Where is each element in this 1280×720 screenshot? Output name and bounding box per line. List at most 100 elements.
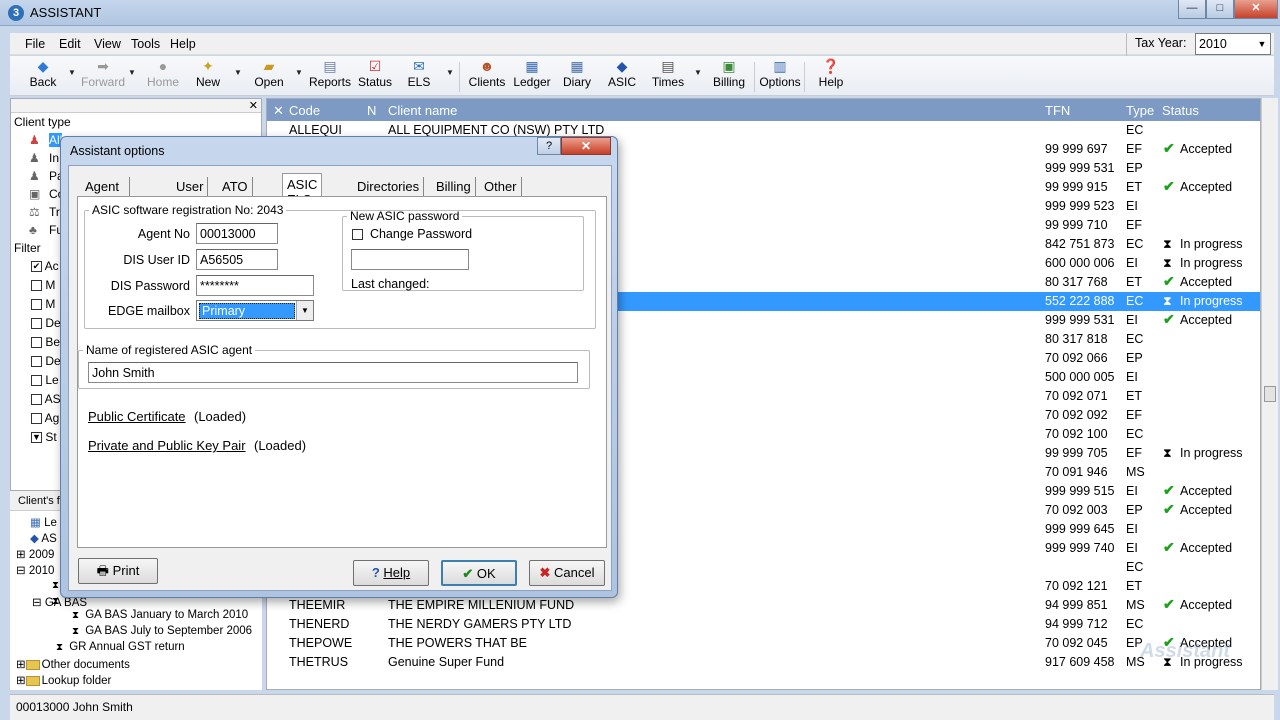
toolbar-forward-button[interactable]: ➡ Forward	[81, 58, 125, 89]
tree-item[interactable]: ⊟ 2010	[16, 563, 54, 577]
checkbox[interactable]	[31, 337, 42, 349]
maximize-button[interactable]: □	[1206, 0, 1234, 19]
tree-item[interactable]: ◆ AS	[30, 531, 57, 545]
checkbox[interactable]	[31, 280, 42, 292]
expand-icon[interactable]: ⊞	[16, 675, 26, 687]
chevron-down-icon[interactable]: ▼	[296, 301, 313, 320]
expand-icon[interactable]: ⊞	[16, 549, 26, 561]
dis-password-input[interactable]	[196, 275, 314, 296]
column-status[interactable]: Status	[1162, 103, 1199, 118]
public-certificate-link[interactable]: Public Certificate	[88, 409, 186, 424]
checkbox[interactable]	[31, 394, 42, 406]
filter-item[interactable]: AS	[31, 392, 61, 406]
column-tfn[interactable]: TFN	[1045, 103, 1070, 118]
toolbar-clients-button[interactable]: ☻ Clients	[465, 58, 509, 89]
tree-item[interactable]: ⊞ Lookup folder	[16, 673, 111, 687]
toolbar-new-button[interactable]: ✦ New	[186, 58, 230, 89]
column-code[interactable]: Code	[289, 103, 320, 118]
dialog-help-button[interactable]: ?	[537, 137, 561, 155]
checkbox[interactable]: ▼	[31, 432, 42, 444]
column-type[interactable]: Type	[1126, 103, 1154, 118]
toolbar-status-button[interactable]: ☑ Status	[353, 58, 397, 89]
checkbox[interactable]	[31, 413, 42, 425]
filter-item[interactable]: Le	[31, 373, 59, 387]
toolbar-times-button[interactable]: ▤ Times	[646, 58, 690, 89]
dis-user-id-input[interactable]	[196, 249, 278, 270]
toolbar-billing-button[interactable]: ▣ Billing	[707, 58, 751, 89]
chevron-down-icon[interactable]: ▼	[1254, 34, 1270, 54]
collapse-icon[interactable]: ⊟	[16, 565, 26, 577]
tree-item[interactable]: ⊞ Other documents	[16, 657, 130, 671]
help-button[interactable]: ? Help	[353, 560, 429, 586]
toolbar-ledger-button[interactable]: ▦ Ledger	[510, 58, 554, 89]
filter-item[interactable]: M	[31, 297, 55, 311]
client-type-trust[interactable]: Tr	[49, 205, 60, 219]
filter-item[interactable]: ✔ Ac	[31, 259, 59, 273]
tab-user[interactable]: User	[172, 177, 209, 197]
key-pair-link[interactable]: Private and Public Key Pair	[88, 438, 246, 453]
toolbar-els-button[interactable]: ✉ ELS	[397, 58, 441, 89]
filter-item[interactable]: De	[31, 316, 61, 330]
checkbox[interactable]: ✔	[31, 261, 42, 273]
tree-item[interactable]: ⧗ GR Annual GST return	[56, 641, 185, 653]
filter-item[interactable]: ▼ St	[31, 430, 57, 444]
toolbar-asic-button[interactable]: ◆ ASIC	[600, 58, 644, 89]
new-password-input[interactable]	[351, 249, 469, 270]
menu-view[interactable]: View	[94, 37, 121, 51]
menu-tools[interactable]: Tools	[131, 37, 160, 51]
expand-icon[interactable]: ⊞	[16, 659, 26, 671]
dialog-close-button[interactable]: ✕	[561, 137, 611, 155]
chevron-down-icon[interactable]: ▼	[128, 68, 136, 77]
cancel-button[interactable]: ✖ Cancel	[529, 560, 605, 586]
change-password-option[interactable]: Change Password	[352, 227, 472, 241]
tree-item[interactable]: ⧗ GA BAS July to September 2006	[72, 625, 252, 637]
ok-button[interactable]: ✔ OK	[441, 560, 517, 586]
agent-no-input[interactable]	[196, 223, 278, 244]
toolbar-back-button[interactable]: ◆ Back	[21, 58, 65, 89]
toolbar-home-button[interactable]: ● Home	[141, 58, 185, 89]
tab-billing[interactable]: Billing	[432, 177, 476, 197]
checkbox[interactable]	[31, 318, 42, 330]
edge-mailbox-select[interactable]: Primary ▼	[196, 300, 314, 321]
menu-help[interactable]: Help	[170, 37, 196, 51]
grid-scrollbar[interactable]	[1261, 98, 1278, 690]
table-row[interactable]: THEEMIR THE EMPIRE MILLENIUM FUND 94 999 8…	[267, 596, 1260, 615]
toolbar-open-button[interactable]: ▰ Open	[247, 58, 291, 89]
tree-item[interactable]: ⊞ 2009	[16, 547, 54, 561]
print-button[interactable]: 🖶 Print	[78, 558, 158, 584]
close-icon[interactable]: ✕	[249, 99, 258, 112]
tab-agent-details[interactable]: Agent Details	[81, 177, 130, 209]
menu-file[interactable]: File	[25, 37, 45, 51]
filter-item[interactable]: De	[31, 354, 61, 368]
tax-year-select[interactable]: 2010 ▼	[1195, 33, 1271, 55]
toolbar-reports-button[interactable]: ▤ Reports	[308, 58, 352, 89]
chevron-down-icon[interactable]: ▼	[68, 68, 76, 77]
toolbar-options-button[interactable]: ▥ Options	[758, 58, 802, 89]
column-n[interactable]: N	[367, 103, 376, 118]
client-type-individual[interactable]: In	[49, 151, 59, 165]
column-client-name[interactable]: Client name	[388, 103, 457, 118]
menu-edit[interactable]: Edit	[59, 37, 81, 51]
tab-other[interactable]: Other	[480, 177, 522, 197]
collapse-icon[interactable]: ⊟	[32, 597, 42, 609]
tab-asic-els[interactable]: ASIC ELS	[282, 173, 323, 207]
table-row[interactable]: THETRUS Genuine Super Fund 917 609 458 MS ⧗ I…	[267, 653, 1260, 672]
tab-directories[interactable]: Directories	[353, 177, 425, 197]
checkbox[interactable]	[31, 299, 42, 311]
table-row[interactable]: THEPOWE THE POWERS THAT BE 70 092 045 EP ✔ Ac…	[267, 634, 1260, 653]
sort-icon[interactable]: ✕	[273, 103, 284, 119]
tree-item[interactable]: ⧗ GA BAS January to March 2010	[72, 609, 248, 621]
chevron-down-icon[interactable]: ▼	[446, 68, 454, 77]
tab-ato-els[interactable]: ATO ELS	[218, 177, 253, 209]
checkbox[interactable]	[31, 375, 42, 387]
chevron-down-icon[interactable]: ▼	[295, 68, 303, 77]
close-window-button[interactable]: ✕	[1234, 0, 1278, 19]
toolbar-diary-button[interactable]: ▦ Diary	[555, 58, 599, 89]
chevron-down-icon[interactable]: ▼	[694, 68, 702, 77]
registered-agent-input[interactable]	[88, 362, 578, 383]
change-password-checkbox[interactable]	[352, 229, 363, 241]
table-row[interactable]: THENERD THE NERDY GAMERS PTY LTD 94 999 71…	[267, 615, 1260, 634]
toolbar-help-button[interactable]: ❓ Help	[809, 58, 853, 89]
chevron-down-icon[interactable]: ▼	[234, 68, 242, 77]
minimize-button[interactable]: —	[1178, 0, 1206, 19]
